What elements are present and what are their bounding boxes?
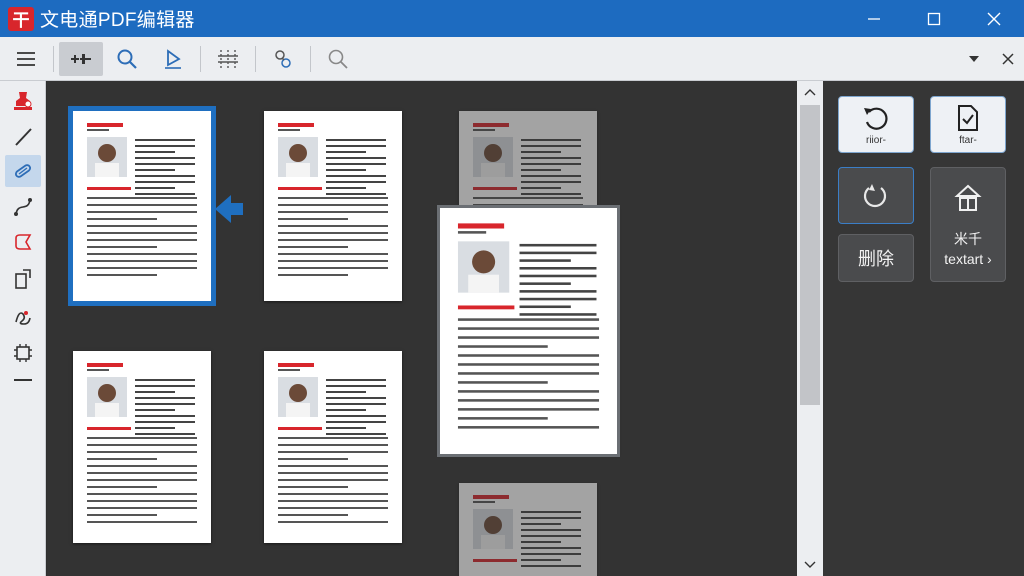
page-thumbnail[interactable]	[264, 111, 402, 301]
maximize-icon	[927, 12, 941, 25]
extract-page-button[interactable]: ftar-	[930, 96, 1006, 153]
select-pointer-icon	[165, 48, 181, 69]
dropdown-icon	[969, 56, 979, 62]
close-button[interactable]	[964, 0, 1024, 37]
page-organize-button[interactable]	[59, 41, 103, 76]
menu-button[interactable]	[4, 42, 48, 76]
split-page-icon	[218, 49, 238, 68]
page-content-preview	[457, 223, 600, 429]
page-content-preview	[87, 363, 197, 523]
scroll-up-button[interactable]	[797, 81, 823, 103]
rotate-left-icon	[864, 107, 888, 130]
insert-page-button[interactable]: 米千 textart ›	[930, 167, 1006, 282]
toolbar-divider	[310, 45, 311, 72]
link-icon	[15, 164, 31, 178]
app-window: 干 文电通PDF编辑器 riior- ftar- 米千 textart › 删除	[0, 0, 1024, 576]
dragging-page-thumbnail[interactable]	[437, 205, 620, 457]
chip-tool[interactable]	[5, 337, 41, 369]
app-logo: 干	[8, 6, 34, 31]
page-actions-panel: riior- ftar- 米千 textart › 删除	[823, 81, 1024, 576]
signature-tool[interactable]	[5, 301, 41, 333]
page-check-icon	[958, 104, 978, 131]
page-content-preview	[278, 123, 388, 276]
drag-direction-arrow	[215, 195, 243, 223]
chevron-down-icon	[804, 561, 816, 568]
link-button[interactable]	[261, 42, 305, 76]
menu-icon	[17, 51, 35, 66]
chevron-up-icon	[804, 89, 816, 96]
page-organize-icon	[71, 53, 91, 64]
stamp-tool[interactable]	[5, 85, 41, 117]
minimize-button[interactable]	[844, 0, 904, 37]
insert-page-sublabel: textart ›	[944, 250, 992, 267]
page-thumbnail[interactable]	[264, 351, 402, 543]
pen-icon	[15, 128, 32, 146]
minimize-icon	[868, 17, 880, 20]
toolbar-divider	[255, 45, 256, 72]
title-bar: 干 文电通PDF编辑器	[0, 0, 1024, 37]
close-panel-button[interactable]	[1000, 51, 1016, 67]
vertical-scrollbar[interactable]	[797, 81, 823, 576]
delete-page-button[interactable]: 删除	[838, 234, 914, 282]
toolbar-right	[966, 37, 1016, 81]
stamp-icon	[14, 92, 32, 110]
dropdown-button[interactable]	[966, 51, 982, 67]
extract-tool[interactable]	[5, 263, 41, 295]
search-icon	[117, 49, 137, 69]
bezier-icon	[14, 198, 32, 216]
page-thumbnail[interactable]	[68, 106, 216, 306]
shape-tool[interactable]	[5, 227, 41, 259]
close-panel-icon	[1002, 53, 1014, 65]
left-strip-divider	[14, 379, 32, 381]
pen-tool[interactable]	[5, 121, 41, 153]
left-tool-strip	[0, 81, 46, 576]
chip-icon	[14, 344, 32, 362]
insert-page-icon	[954, 184, 982, 211]
extract-icon	[15, 269, 31, 289]
maximize-button[interactable]	[904, 0, 964, 37]
scroll-thumb[interactable]	[800, 105, 820, 405]
page-canvas[interactable]	[47, 81, 797, 576]
bezier-tool[interactable]	[5, 191, 41, 223]
page-content-preview	[473, 495, 581, 567]
rotate-right-button[interactable]	[838, 167, 914, 224]
rotate-left-label: riior-	[866, 134, 886, 146]
page-content-preview	[278, 363, 388, 523]
zoom-icon	[328, 49, 348, 69]
page-thumbnail[interactable]	[73, 351, 211, 543]
extract-page-label: ftar-	[959, 134, 977, 146]
search-button[interactable]	[105, 42, 149, 76]
toolbar-divider	[53, 45, 54, 72]
app-title: 文电通PDF编辑器	[40, 10, 195, 31]
close-icon	[987, 12, 1001, 25]
delete-page-label: 删除	[858, 249, 894, 269]
rotate-right-icon	[863, 183, 887, 207]
main-toolbar	[0, 37, 1024, 81]
shape-icon	[15, 234, 32, 250]
signature-icon	[15, 311, 31, 325]
rotate-left-button[interactable]: riior-	[838, 96, 914, 153]
select-pointer-button[interactable]	[151, 42, 195, 76]
split-page-button[interactable]	[206, 42, 250, 76]
zoom-button[interactable]	[316, 42, 360, 76]
scroll-down-button[interactable]	[797, 554, 823, 576]
link-tool[interactable]	[5, 155, 41, 187]
window-controls	[844, 0, 1024, 37]
page-thumbnail[interactable]	[459, 483, 597, 576]
page-content-preview	[87, 123, 197, 276]
insert-page-label: 米千	[954, 230, 982, 247]
link-icon	[275, 49, 291, 68]
toolbar-divider	[200, 45, 201, 72]
